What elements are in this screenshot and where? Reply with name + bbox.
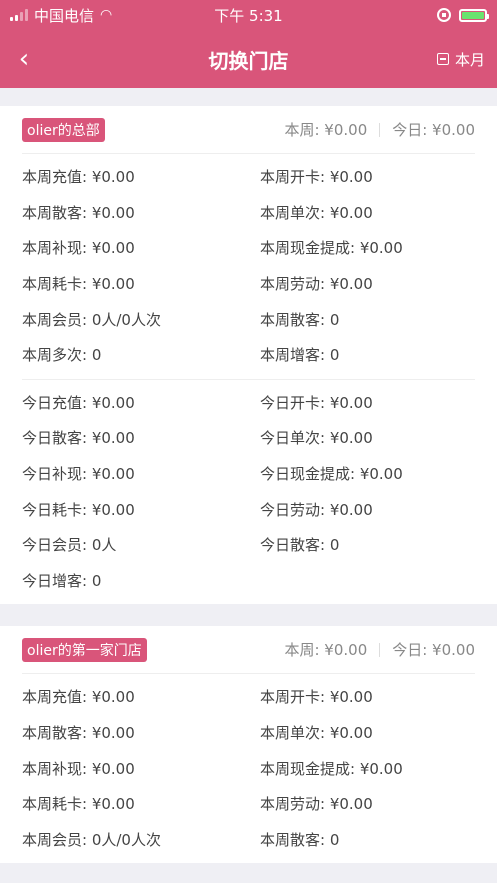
status-right bbox=[437, 8, 489, 22]
stat-item: 本周散客: 0 bbox=[260, 830, 340, 849]
stat-item: 本周散客: ¥0.00 bbox=[22, 203, 135, 222]
period-button[interactable]: 本月 bbox=[436, 49, 485, 70]
battery-icon bbox=[459, 8, 489, 22]
summary-divider bbox=[379, 122, 381, 137]
stat-item: 本周会员: 0人/0人次 bbox=[22, 310, 161, 329]
stat-item: 今日增客: 0 bbox=[22, 571, 102, 590]
page-title: 切换门店 bbox=[208, 48, 289, 73]
stat-item: 今日开卡: ¥0.00 bbox=[260, 393, 373, 412]
stat-item: 本周单次: ¥0.00 bbox=[260, 203, 373, 222]
wifi-icon: ◠ bbox=[100, 7, 113, 23]
store-card: olier的第一家门店 本周: ¥0.00 今日: ¥0.00 本周充值: ¥0… bbox=[0, 626, 497, 864]
store-summary: 本周: ¥0.00 今日: ¥0.00 bbox=[284, 119, 475, 140]
store-summary: 本周: ¥0.00 今日: ¥0.00 bbox=[284, 639, 475, 660]
week-total: 本周: ¥0.00 bbox=[284, 641, 368, 660]
calendar-icon bbox=[436, 53, 449, 65]
store-name-tag[interactable]: olier的第一家门店 bbox=[22, 637, 147, 662]
stat-item: 今日充值: ¥0.00 bbox=[22, 393, 135, 412]
stat-item: 本周散客: ¥0.00 bbox=[22, 724, 135, 743]
today-total: 今日: ¥0.00 bbox=[392, 121, 475, 139]
back-icon[interactable]: ‹ bbox=[0, 30, 48, 88]
period-label: 本月 bbox=[454, 50, 485, 69]
stat-item: 今日会员: 0人 bbox=[22, 536, 117, 555]
carrier-label: 中国电信 bbox=[34, 6, 95, 25]
stat-item: 本周补现: ¥0.00 bbox=[22, 759, 135, 778]
stat-item: 本周耗卡: ¥0.00 bbox=[22, 795, 135, 814]
stat-item: 本周开卡: ¥0.00 bbox=[260, 688, 373, 707]
stat-item: 本周现金提成: ¥0.00 bbox=[260, 759, 403, 778]
stat-item: 今日散客: 0 bbox=[260, 536, 340, 555]
stat-item: 本周劳动: ¥0.00 bbox=[260, 275, 373, 294]
stat-item: 今日劳动: ¥0.00 bbox=[260, 500, 373, 519]
stat-item: 本周充值: ¥0.00 bbox=[22, 688, 135, 707]
stat-item: 本周增客: 0 bbox=[260, 346, 340, 365]
week-total: 本周: ¥0.00 bbox=[284, 121, 368, 139]
status-bar: 中国电信 ◠ 下午 5:31 bbox=[0, 0, 497, 30]
stat-item: 今日补现: ¥0.00 bbox=[22, 465, 135, 484]
stat-item: 今日散客: ¥0.00 bbox=[22, 429, 135, 448]
stat-item: 本周充值: ¥0.00 bbox=[22, 168, 135, 187]
app-header: 中国电信 ◠ 下午 5:31 ‹ 切换门店 本月 bbox=[0, 0, 497, 88]
week-stats: 本周充值: ¥0.00 本周开卡: ¥0.00 本周散客: ¥0.00 本周单次… bbox=[22, 674, 475, 863]
stat-item: 本周散客: 0 bbox=[260, 310, 340, 329]
summary-divider bbox=[379, 642, 381, 657]
today-stats: 今日充值: ¥0.00 今日开卡: ¥0.00 今日散客: ¥0.00 今日单次… bbox=[22, 378, 475, 605]
orientation-lock-icon bbox=[437, 8, 451, 22]
navbar: ‹ 切换门店 本月 bbox=[0, 30, 497, 88]
stat-item: 本周开卡: ¥0.00 bbox=[260, 168, 373, 187]
store-card-header: olier的第一家门店 本周: ¥0.00 今日: ¥0.00 bbox=[22, 626, 475, 675]
stat-item: 本周多次: 0 bbox=[22, 346, 102, 365]
store-card-header: olier的总部 本周: ¥0.00 今日: ¥0.00 bbox=[22, 106, 475, 154]
today-total: 今日: ¥0.00 bbox=[392, 641, 475, 660]
status-left: 中国电信 ◠ bbox=[10, 5, 112, 26]
stat-item: 今日耗卡: ¥0.00 bbox=[22, 500, 135, 519]
stat-item: 本周补现: ¥0.00 bbox=[22, 239, 135, 258]
stat-item: 本周耗卡: ¥0.00 bbox=[22, 275, 135, 294]
signal-icon bbox=[10, 9, 28, 21]
stat-item: 本周会员: 0人/0人次 bbox=[22, 830, 161, 849]
stat-item: 本周劳动: ¥0.00 bbox=[260, 795, 373, 814]
store-name-tag[interactable]: olier的总部 bbox=[22, 117, 105, 142]
stat-item: 今日单次: ¥0.00 bbox=[260, 429, 373, 448]
stat-item: 本周单次: ¥0.00 bbox=[260, 724, 373, 743]
stat-item: 今日现金提成: ¥0.00 bbox=[260, 465, 403, 484]
store-card: olier的总部 本周: ¥0.00 今日: ¥0.00 本周充值: ¥0.00… bbox=[0, 106, 497, 605]
stat-item: 本周现金提成: ¥0.00 bbox=[260, 239, 403, 258]
week-stats: 本周充值: ¥0.00 本周开卡: ¥0.00 本周散客: ¥0.00 本周单次… bbox=[22, 154, 475, 379]
